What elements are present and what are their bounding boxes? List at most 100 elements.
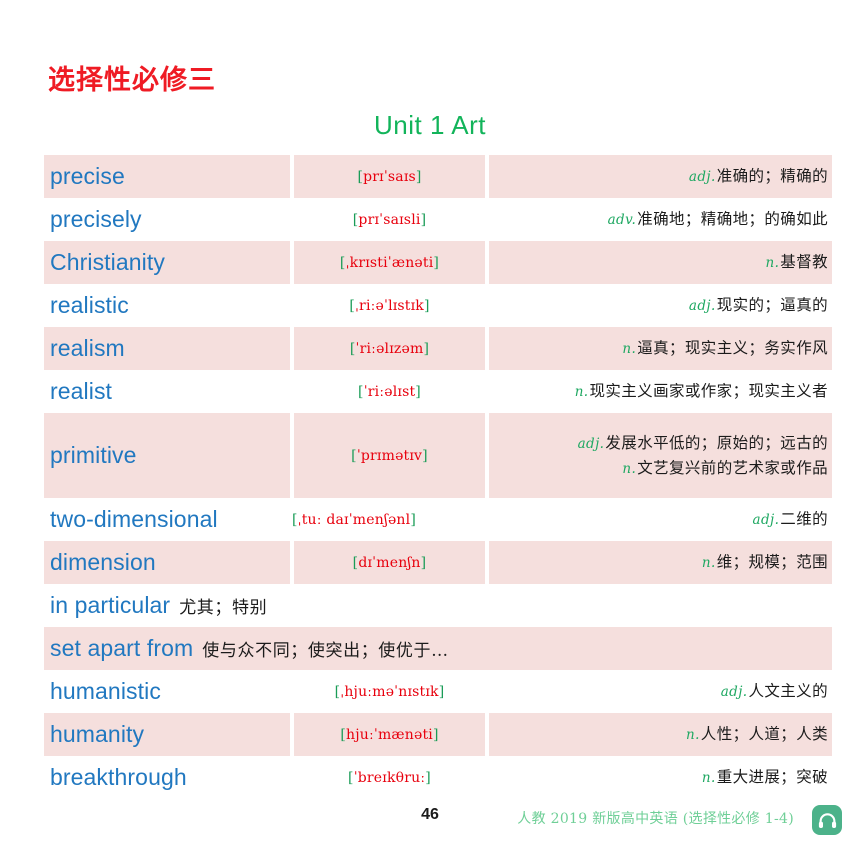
phonetic-text: [prɪˈsaɪs]	[294, 155, 485, 198]
definition-cell: n.基督教	[489, 241, 832, 284]
phrase-english: set apart from	[50, 635, 194, 661]
phonetic-text: [ˌriːəˈlɪstɪk]	[294, 284, 485, 327]
phonetic-body: dɪˈmenʃn	[358, 554, 421, 571]
bracket-close: ]	[425, 769, 431, 786]
vocabulary-table: precise[prɪˈsaɪs] adj.准确的；精确的 precisely[pr…	[44, 155, 832, 799]
vocabulary-row[interactable]: realist [ˈriːəlɪst] n.现实主义画家或作家；现实主义者	[44, 370, 832, 413]
definition-cell: adj.现实的；逼真的	[489, 284, 832, 327]
vocabulary-row[interactable]: precisely [prɪˈsaɪsli] adv.准确地；精确地；的确如此	[44, 198, 832, 241]
definition-line: n.逼真；现实主义；务实作风	[622, 336, 828, 360]
phonetic-body: ˌriːəˈlɪstɪk	[355, 297, 424, 314]
bracket-close: ]	[424, 297, 430, 314]
word-text: precisely	[50, 206, 142, 232]
vocabulary-row[interactable]: Christianity [ˌkrɪstiˈænəti] n.基督教	[44, 241, 832, 284]
vocabulary-row[interactable]: primitive [ˈprɪmətɪv] adj.发展水平低的；原始的；远古的 n.…	[44, 413, 832, 498]
definition-chinese: 人文主义的	[748, 682, 828, 701]
part-of-speech: n.	[622, 460, 637, 477]
phonetic-text: [ˈbreɪkθruː]	[294, 756, 485, 799]
phonetic-body: ˈprɪmətɪv	[356, 447, 423, 464]
part-of-speech: adj.	[688, 298, 716, 315]
phonetic-text: [hjuːˈmænəti]	[294, 713, 485, 756]
word-text: breakthrough	[50, 764, 187, 790]
part-of-speech: adj.	[688, 169, 716, 186]
part-of-speech: adj.	[720, 684, 748, 701]
definition-chinese: 准确地；精确地；的确如此	[637, 210, 828, 229]
definition-cell: n.重大进展；突破	[489, 756, 832, 799]
vocabulary-row[interactable]: breakthrough [ˈbreɪkθruː] n.重大进展；突破	[44, 756, 832, 799]
definition-chinese: 文艺复兴前的艺术家或作品	[637, 458, 828, 477]
word-text: primitive	[50, 442, 137, 468]
phrase-chinese: 使与众不同；使突出；使优于…	[202, 641, 449, 661]
phonetic-text: [ˌtuː daɪˈmenʃənl]	[284, 498, 475, 541]
phonetic-text: [ˈriːəlɪzəm]	[294, 327, 485, 370]
bracket-close: ]	[420, 211, 427, 228]
phonetic-body: ˈriːəlɪst	[363, 383, 416, 400]
footer-source-note: 人教 2019 新版高中英语 (选择性必修 1-4)	[517, 811, 794, 827]
phonetic-text: [ˈriːəlɪst]	[294, 370, 485, 413]
phonetic-body: prɪˈsaɪsli	[358, 211, 421, 228]
definition-cell: n.现实主义画家或作家；现实主义者	[489, 370, 832, 413]
vocabulary-row[interactable]: precise [prɪˈsaɪs] adj.准确的；精确的	[44, 155, 832, 198]
vocabulary-row[interactable]: dimension [dɪˈmenʃn] n.维；规模；范围	[44, 541, 832, 584]
word-text: dimension	[50, 549, 156, 575]
bracket-close: ]	[415, 383, 421, 400]
definition-line: n.文艺复兴前的艺术家或作品	[622, 456, 828, 480]
word-text: realism	[50, 335, 125, 361]
definition-cell: n.维；规模；范围	[489, 541, 832, 584]
phonetic-body: ˌhjuːməˈnɪstɪk	[340, 683, 439, 700]
part-of-speech: adj.	[752, 512, 780, 529]
vocabulary-row[interactable]: humanistic [ˌhjuːməˈnɪstɪk] adj.人文主义的	[44, 670, 832, 713]
part-of-speech: n.	[701, 555, 716, 572]
definition-chinese: 重大进展；突破	[716, 768, 828, 787]
phonetic-body: ˈriːəlɪzəm	[355, 340, 424, 357]
definition-line: n.现实主义画家或作家；现实主义者	[575, 379, 828, 403]
part-of-speech: adv.	[607, 212, 637, 229]
part-of-speech: n.	[765, 255, 780, 272]
bracket-close: ]	[420, 554, 427, 571]
definition-chinese: 发展水平低的；原始的；远古的	[605, 434, 828, 453]
definition-chinese: 逼真；现实主义；务实作风	[637, 339, 828, 358]
vocabulary-row[interactable]: realistic [ˌriːəˈlɪstɪk] adj.现实的；逼真的	[44, 284, 832, 327]
phonetic-text: [ˌkrɪstiˈænəti]	[294, 241, 485, 284]
word-text: precise	[50, 163, 125, 189]
part-of-speech: n.	[701, 770, 716, 787]
vocabulary-page: 选择性必修三 Unit 1 Art precise[prɪˈsaɪs] adj.准…	[0, 0, 860, 860]
unit-title: Unit 1 Art	[374, 110, 486, 140]
definition-line: adj.准确的；精确的	[689, 164, 828, 188]
phrase-row[interactable]: set apart from 使与众不同；使突出；使优于…	[44, 627, 832, 670]
phonetic-text: [ˈprɪmətɪv]	[294, 413, 485, 498]
definition-line: n.人性；人道；人类	[686, 722, 828, 746]
phrase-chinese: 尤其；特别	[179, 598, 268, 618]
definition-chinese: 基督教	[780, 253, 828, 272]
definition-line: adj.现实的；逼真的	[689, 293, 828, 317]
bracket-close: ]	[438, 683, 445, 700]
phonetic-body: prɪˈsaɪs	[363, 168, 416, 185]
part-of-speech: adj.	[577, 436, 605, 453]
definition-chinese: 二维的	[780, 510, 828, 529]
vocabulary-row[interactable]: realism [ˈriːəlɪzəm] n.逼真；现实主义；务实作风	[44, 327, 832, 370]
phonetic-body: hjuːˈmænəti	[346, 726, 433, 743]
headphone-icon[interactable]	[812, 805, 842, 835]
vocabulary-row[interactable]: humanity [hjuːˈmænəti] n.人性；人道；人类	[44, 713, 832, 756]
definition-line: n.维；规模；范围	[702, 550, 828, 574]
phrase-row[interactable]: in particular 尤其；特别	[44, 584, 832, 627]
bracket-close: ]	[410, 511, 416, 528]
vocabulary-row[interactable]: two-dimensional [ˌtuː daɪˈmenʃənl] adj.二维的	[44, 498, 832, 541]
bracket-close: ]	[432, 726, 439, 743]
definition-line: adj.人文主义的	[721, 679, 828, 703]
word-text: humanity	[50, 721, 145, 747]
phonetic-text: [ˌhjuːməˈnɪstɪk]	[294, 670, 485, 713]
definition-chinese: 准确的；精确的	[716, 167, 828, 186]
word-text: Christianity	[50, 249, 165, 275]
phonetic-body: ˈbreɪkθruː	[353, 769, 426, 786]
phonetic-text: [dɪˈmenʃn]	[294, 541, 485, 584]
book-title: 选择性必修三	[48, 65, 216, 95]
phonetic-text: [prɪˈsaɪsli]	[294, 198, 485, 241]
word-text: realistic	[50, 292, 129, 318]
definition-line: adv.准确地；精确地；的确如此	[608, 207, 828, 231]
part-of-speech: n.	[574, 384, 589, 401]
bracket-close: ]	[422, 447, 428, 464]
bracket-close: ]	[423, 340, 430, 357]
definition-chinese: 维；规模；范围	[716, 553, 828, 572]
phrase-english: in particular	[50, 592, 171, 618]
